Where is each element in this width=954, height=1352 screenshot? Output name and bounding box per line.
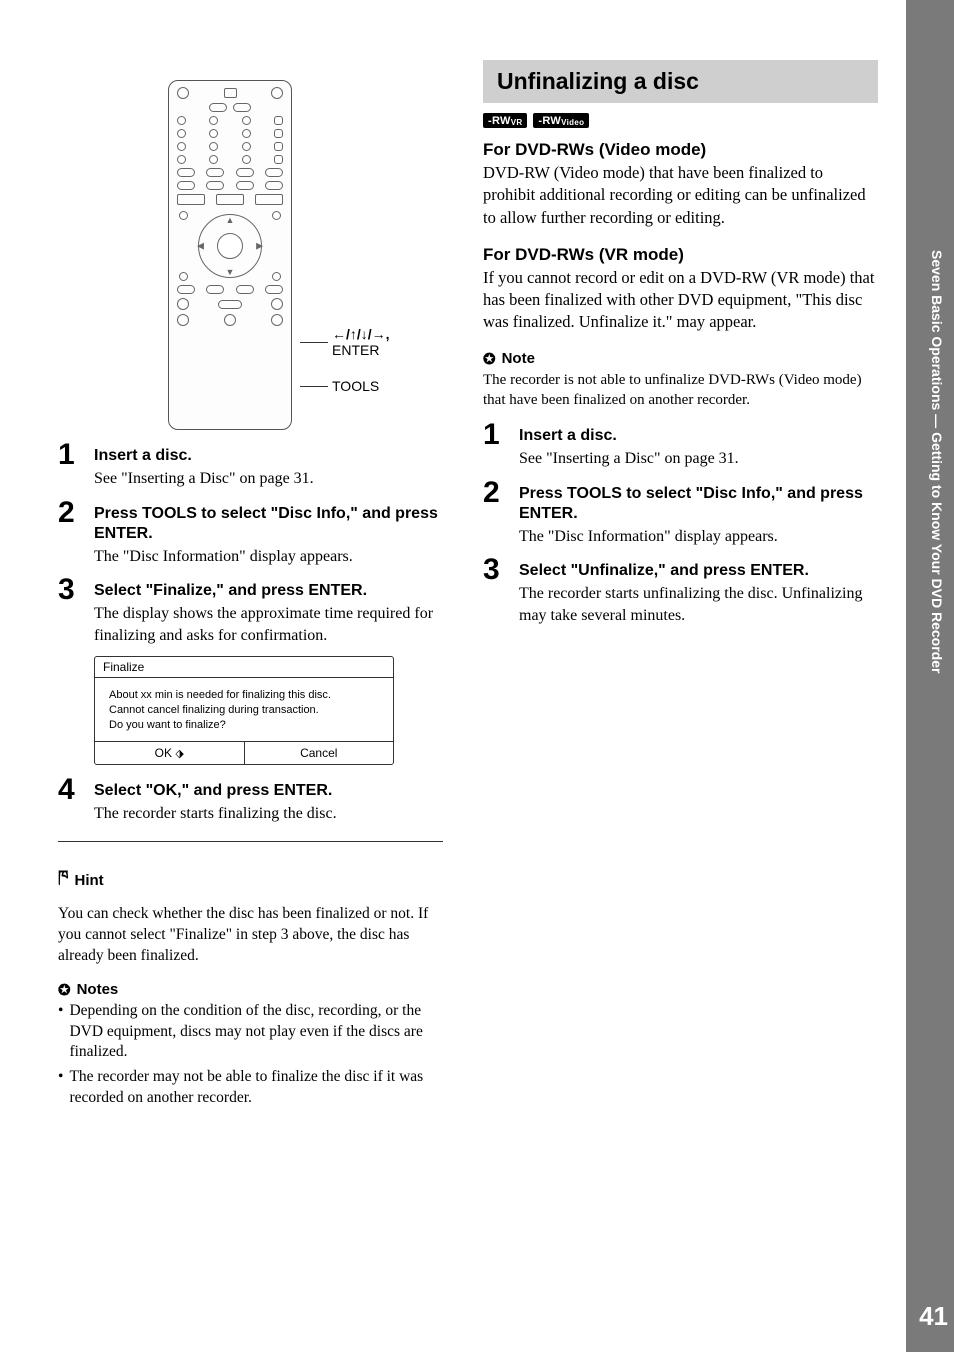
para-video-mode: DVD-RW (Video mode) that have been final… — [483, 162, 878, 229]
page-number: 41 — [919, 1301, 948, 1332]
dialog-line: Do you want to finalize? — [109, 718, 379, 733]
step-text: The "Disc Information" display appears. — [94, 546, 443, 568]
subhead-video-mode: For DVD-RWs (Video mode) — [483, 140, 878, 160]
notes-list: Depending on the condition of the disc, … — [58, 1001, 443, 1110]
step-text: The recorder starts unfinalizing the dis… — [519, 583, 878, 626]
notes-heading: ✪ Notes — [58, 981, 443, 999]
remote-diagram: ▲ ▼ ◀ ▶ ←/↑/↓/→, ENTER TOOLS — [168, 80, 443, 430]
step-head: Insert a disc. — [94, 446, 314, 466]
notes-label: Notes — [77, 981, 119, 998]
note-text: The recorder is not able to unfinalize D… — [483, 370, 878, 411]
format-badges: -RWVR -RWVideo — [483, 113, 878, 128]
step-number: 1 — [58, 440, 80, 490]
note-item: The recorder may not be able to finalize… — [69, 1067, 443, 1109]
step-text: The display shows the approximate time r… — [94, 603, 443, 646]
step-head: Press TOOLS to select "Disc Info," and p… — [519, 484, 878, 524]
subhead-vr-mode: For DVD-RWs (VR mode) — [483, 245, 878, 265]
note-label: Note — [502, 350, 535, 367]
badge-rwvr: -RWVR — [483, 113, 527, 128]
para-vr-mode: If you cannot record or edit on a DVD-RW… — [483, 267, 878, 334]
hint-text: You can check whether the disc has been … — [58, 904, 443, 967]
side-tab-label: Seven Basic Operations — Getting to Know… — [929, 250, 945, 673]
step-head: Insert a disc. — [519, 426, 739, 446]
section-title: Unfinalizing a disc — [483, 60, 878, 103]
step-head: Select "Finalize," and press ENTER. — [94, 581, 443, 601]
step-text: See "Inserting a Disc" on page 31. — [519, 448, 739, 470]
step-number: 1 — [483, 420, 505, 470]
step-number: 2 — [58, 498, 80, 568]
right-steps-list: 1 Insert a disc. See "Inserting a Disc" … — [483, 420, 878, 626]
dialog-line: Cannot cancel finalizing during transact… — [109, 703, 379, 718]
hint-icon: ཁ — [58, 860, 69, 902]
note-icon: ✪ — [58, 981, 71, 999]
dialog-title: Finalize — [95, 657, 393, 678]
finalize-dialog: Finalize About xx min is needed for fina… — [94, 656, 394, 765]
remote-label-arrows: ←/↑/↓/→, — [332, 326, 390, 342]
dialog-cancel-button[interactable]: Cancel — [245, 742, 394, 764]
step-text: The recorder starts finalizing the disc. — [94, 803, 337, 825]
left-step4: 4 Select "OK," and press ENTER. The reco… — [58, 775, 443, 825]
step-head: Select "OK," and press ENTER. — [94, 781, 337, 801]
badge-rwvideo: -RWVideo — [533, 113, 589, 128]
note-heading: ✪ Note — [483, 350, 878, 368]
hint-label: Hint — [75, 872, 104, 889]
side-tab: Seven Basic Operations — Getting to Know… — [906, 0, 954, 1352]
step-number: 3 — [483, 555, 505, 626]
step-number: 3 — [58, 575, 80, 646]
step-number: 4 — [58, 775, 80, 825]
dialog-line: About xx min is needed for finalizing th… — [109, 688, 379, 703]
step-text: The "Disc Information" display appears. — [519, 526, 878, 548]
step-head: Press TOOLS to select "Disc Info," and p… — [94, 504, 443, 544]
left-steps-list: 1 Insert a disc. See "Inserting a Disc" … — [58, 440, 443, 646]
step-head: Select "Unfinalize," and press ENTER. — [519, 561, 878, 581]
dialog-ok-button[interactable]: OK ⬗ — [95, 742, 245, 764]
remote-label-enter: ENTER — [332, 342, 379, 358]
remote-label-tools: TOOLS — [332, 378, 379, 394]
step-text: See "Inserting a Disc" on page 31. — [94, 468, 314, 490]
note-item: Depending on the condition of the disc, … — [69, 1001, 443, 1064]
cursor-icon: ⬗ — [175, 747, 183, 760]
hint-heading: ཁ Hint — [58, 860, 443, 902]
note-icon: ✪ — [483, 350, 496, 368]
step-number: 2 — [483, 478, 505, 548]
